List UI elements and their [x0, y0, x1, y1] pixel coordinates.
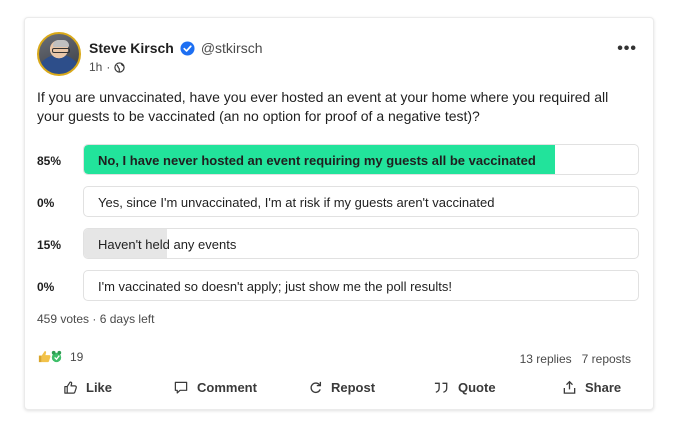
share-button[interactable]: Share [562, 380, 621, 395]
poll-option-percent: 0% [37, 196, 55, 210]
poll-option-2[interactable]: Yes, since I'm unvaccinated, I'm at risk… [83, 186, 639, 217]
poll-question: If you are unvaccinated, have you ever h… [37, 89, 609, 124]
post-time: 1h [89, 60, 103, 74]
poll-option-label: Haven't held any events [98, 237, 237, 252]
repost-icon [310, 381, 322, 394]
repost-label: Repost [331, 380, 376, 395]
like-icon [64, 381, 77, 394]
share-icon [563, 380, 576, 394]
comment-label: Comment [197, 380, 257, 395]
quote-label: Quote [458, 380, 496, 395]
author-row: Steve Kirsch @stkirsch [89, 40, 263, 56]
verified-icon [180, 40, 195, 56]
poll-votes: 459 votes [37, 312, 90, 326]
post-time-row: 1h · [89, 60, 126, 74]
poll-option-percent: 0% [37, 280, 55, 294]
quote-icon [434, 382, 448, 393]
poll-option-3[interactable]: Haven't held any events [83, 228, 639, 259]
action-bar: Like Comment Repost Quote Share [25, 380, 653, 400]
share-label: Share [585, 380, 622, 395]
globe-icon [114, 61, 126, 73]
poll-option-1[interactable]: No, I have never hosted an event requiri… [83, 144, 639, 175]
poll-option-percent: 15% [37, 238, 62, 252]
post-card: Steve Kirsch @stkirsch 1h · ••• If you a… [24, 17, 654, 410]
comment-button[interactable]: Comment [173, 380, 257, 395]
author-handle[interactable]: @stkirsch [201, 40, 263, 56]
poll-meta-separator: · [92, 312, 97, 326]
author-avatar[interactable] [37, 32, 81, 76]
time-separator: · [106, 60, 111, 74]
poll-option-label: No, I have never hosted an event requiri… [98, 153, 536, 168]
more-options-icon[interactable]: ••• [617, 40, 637, 58]
reposts-count[interactable]: 7 reposts [582, 352, 631, 366]
like-button[interactable]: Like [63, 380, 112, 395]
author-name[interactable]: Steve Kirsch [89, 40, 174, 56]
poll-option-percent: 85% [37, 154, 62, 168]
engagement-counts: 13 replies 7 reposts [520, 352, 631, 366]
reactions-summary[interactable]: 19 [37, 349, 83, 364]
reaction-count: 19 [70, 349, 84, 364]
comment-icon [174, 381, 188, 394]
repost-button[interactable]: Repost [308, 380, 375, 395]
poll-time-left: 6 days left [99, 312, 155, 326]
celebrate-reaction-icon [51, 350, 62, 363]
replies-count[interactable]: 13 replies [520, 352, 572, 366]
poll-option-4[interactable]: I'm vaccinated so doesn't apply; just sh… [83, 270, 639, 301]
like-label: Like [86, 380, 113, 395]
poll-option-label: I'm vaccinated so doesn't apply; just sh… [98, 279, 452, 294]
poll-meta: 459 votes · 6 days left [37, 312, 154, 326]
quote-button[interactable]: Quote [433, 380, 496, 395]
poll-option-label: Yes, since I'm unvaccinated, I'm at risk… [98, 195, 495, 210]
